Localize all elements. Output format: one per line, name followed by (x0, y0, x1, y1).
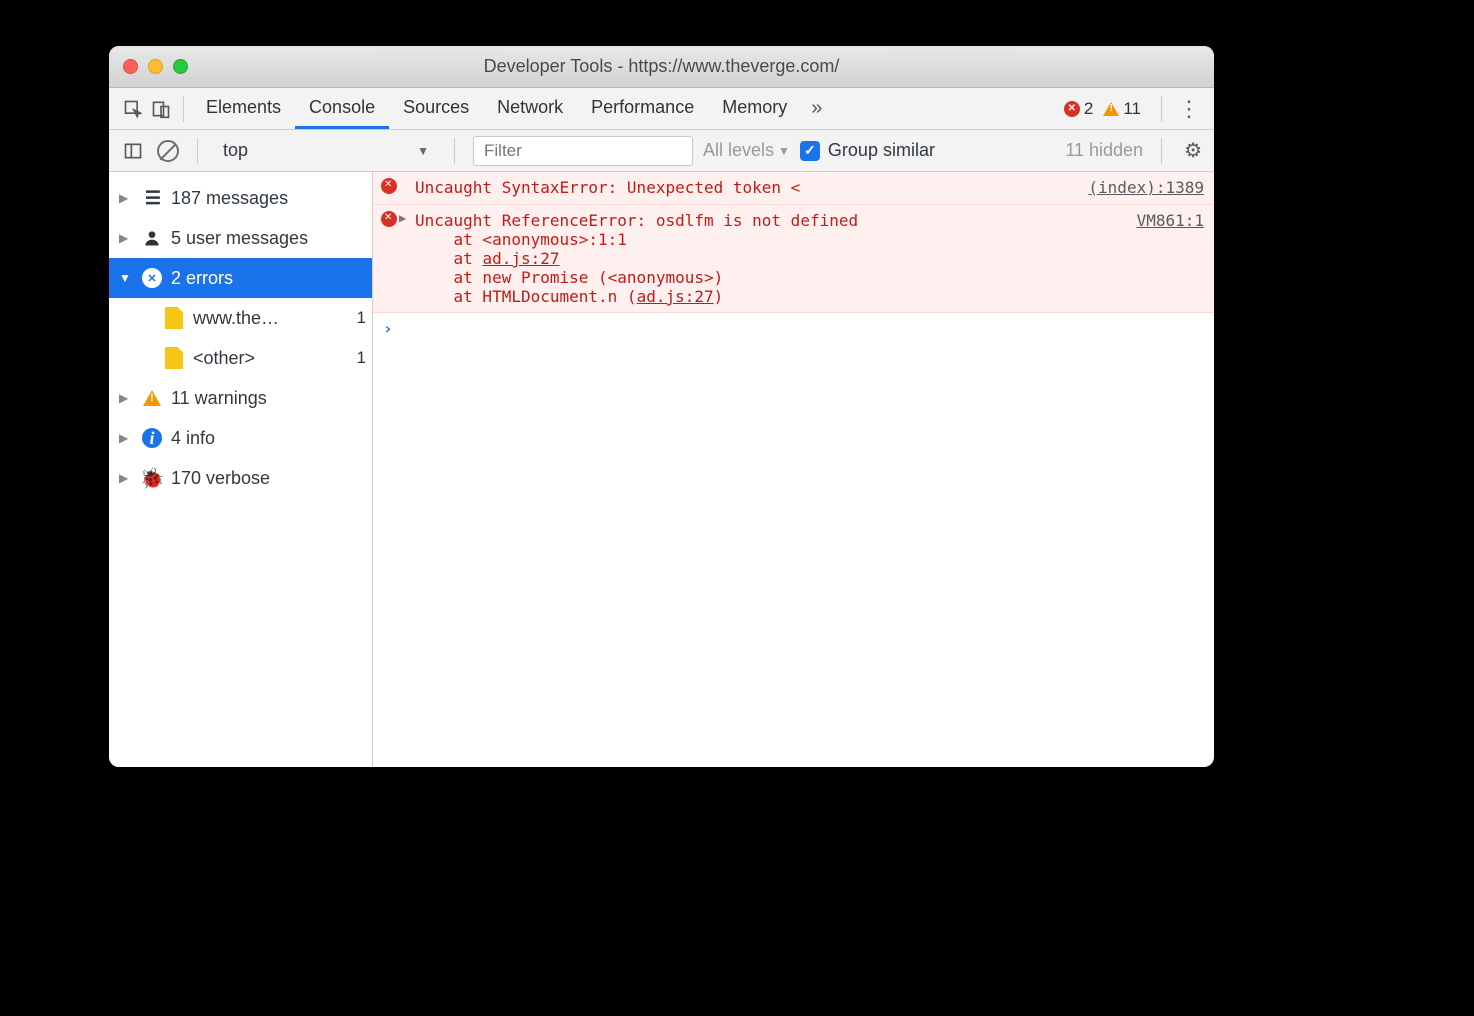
message-text: Uncaught SyntaxError: Unexpected token < (415, 178, 1088, 198)
tab-memory[interactable]: Memory (708, 88, 801, 129)
hidden-count[interactable]: 11 hidden (1065, 140, 1143, 161)
console-error-message[interactable]: Uncaught SyntaxError: Unexpected token <… (373, 172, 1214, 205)
error-icon (381, 211, 397, 227)
message-source-link[interactable]: VM861:1 (1137, 211, 1204, 306)
divider (454, 138, 455, 164)
error-icon (142, 268, 162, 288)
list-icon: ☰ (141, 188, 163, 209)
element-picker-icon[interactable] (119, 95, 147, 123)
log-levels-selector[interactable]: All levels ▼ (703, 140, 790, 161)
error-icon (1064, 101, 1080, 117)
context-selector-value: top (223, 140, 248, 161)
error-warning-counts[interactable]: 2 11 (1064, 99, 1147, 119)
minimize-window-button[interactable] (148, 59, 163, 74)
window-controls (123, 59, 188, 74)
divider (1161, 138, 1162, 164)
log-levels-label: All levels (703, 140, 774, 161)
panel-tabs: Elements Console Sources Network Perform… (192, 88, 801, 129)
disclosure-right-icon: ▶ (119, 471, 133, 485)
toggle-sidebar-icon[interactable] (119, 137, 147, 165)
sidebar-item-info[interactable]: ▶ 4 info (109, 418, 372, 458)
error-count: 2 (1084, 99, 1093, 119)
filter-input[interactable] (473, 136, 693, 166)
tab-performance[interactable]: Performance (577, 88, 708, 129)
toggle-device-icon[interactable] (147, 95, 175, 123)
warning-icon (1103, 102, 1119, 116)
more-tabs-icon[interactable]: » (801, 97, 832, 120)
close-window-button[interactable] (123, 59, 138, 74)
group-similar-label: Group similar (828, 140, 935, 161)
warning-count: 11 (1123, 99, 1141, 119)
sidebar-item-user-messages[interactable]: ▶ 5 user messages (109, 218, 372, 258)
sidebar-item-errors[interactable]: ▼ 2 errors (109, 258, 372, 298)
titlebar: Developer Tools - https://www.theverge.c… (109, 46, 1214, 88)
context-selector[interactable]: top ▼ (216, 136, 436, 165)
window-title: Developer Tools - https://www.theverge.c… (109, 56, 1214, 77)
console-output: Uncaught SyntaxError: Unexpected token <… (373, 172, 1214, 767)
message-source-link[interactable]: (index):1389 (1088, 178, 1204, 198)
message-text: Uncaught ReferenceError: osdlfm is not d… (415, 211, 1137, 306)
stack-link[interactable]: ad.js:27 (482, 249, 559, 268)
console-toolbar: top ▼ All levels ▼ Group similar 11 hidd… (109, 130, 1214, 172)
bug-icon: 🐞 (141, 466, 163, 491)
tabs-bar: Elements Console Sources Network Perform… (109, 88, 1214, 130)
divider (1161, 96, 1162, 122)
sidebar-item-verbose[interactable]: ▶ 🐞 170 verbose (109, 458, 372, 498)
tab-sources[interactable]: Sources (389, 88, 483, 129)
group-similar-checkbox[interactable]: Group similar (800, 140, 935, 161)
user-icon (141, 228, 163, 248)
devtools-window: Developer Tools - https://www.theverge.c… (109, 46, 1214, 767)
disclosure-right-icon[interactable]: ▶ (399, 211, 415, 306)
sidebar-item-messages[interactable]: ▶ ☰ 187 messages (109, 178, 372, 218)
chevron-down-icon: ▼ (778, 144, 790, 158)
disclosure-right-icon: ▶ (119, 231, 133, 245)
console-sidebar: ▶ ☰ 187 messages ▶ 5 user messages ▼ 2 e… (109, 172, 373, 767)
tab-elements[interactable]: Elements (192, 88, 295, 129)
tab-network[interactable]: Network (483, 88, 577, 129)
sidebar-item-errors-source[interactable]: <other> 1 (109, 338, 372, 378)
file-icon (165, 347, 183, 369)
warning-icon (143, 390, 161, 406)
disclosure-right-icon: ▶ (119, 431, 133, 445)
console-body: ▶ ☰ 187 messages ▶ 5 user messages ▼ 2 e… (109, 172, 1214, 767)
settings-menu-icon[interactable]: ⋮ (1170, 96, 1208, 122)
console-prompt[interactable]: › (373, 313, 1214, 344)
chevron-down-icon: ▼ (417, 144, 429, 158)
disclosure-down-icon: ▼ (119, 271, 133, 285)
zoom-window-button[interactable] (173, 59, 188, 74)
divider (183, 96, 184, 122)
disclosure-right-icon: ▶ (119, 191, 133, 205)
tab-console[interactable]: Console (295, 88, 389, 129)
clear-console-icon[interactable] (157, 140, 179, 162)
console-settings-icon[interactable]: ⚙ (1180, 138, 1206, 163)
stack-link[interactable]: ad.js:27 (637, 287, 714, 306)
console-error-message[interactable]: ▶ Uncaught ReferenceError: osdlfm is not… (373, 205, 1214, 313)
disclosure-right-icon: ▶ (119, 391, 133, 405)
info-icon (142, 428, 162, 448)
sidebar-item-errors-source[interactable]: www.the… 1 (109, 298, 372, 338)
checkbox-checked-icon (800, 141, 820, 161)
file-icon (165, 307, 183, 329)
error-icon (381, 178, 397, 194)
divider (197, 138, 198, 164)
sidebar-item-warnings[interactable]: ▶ 11 warnings (109, 378, 372, 418)
